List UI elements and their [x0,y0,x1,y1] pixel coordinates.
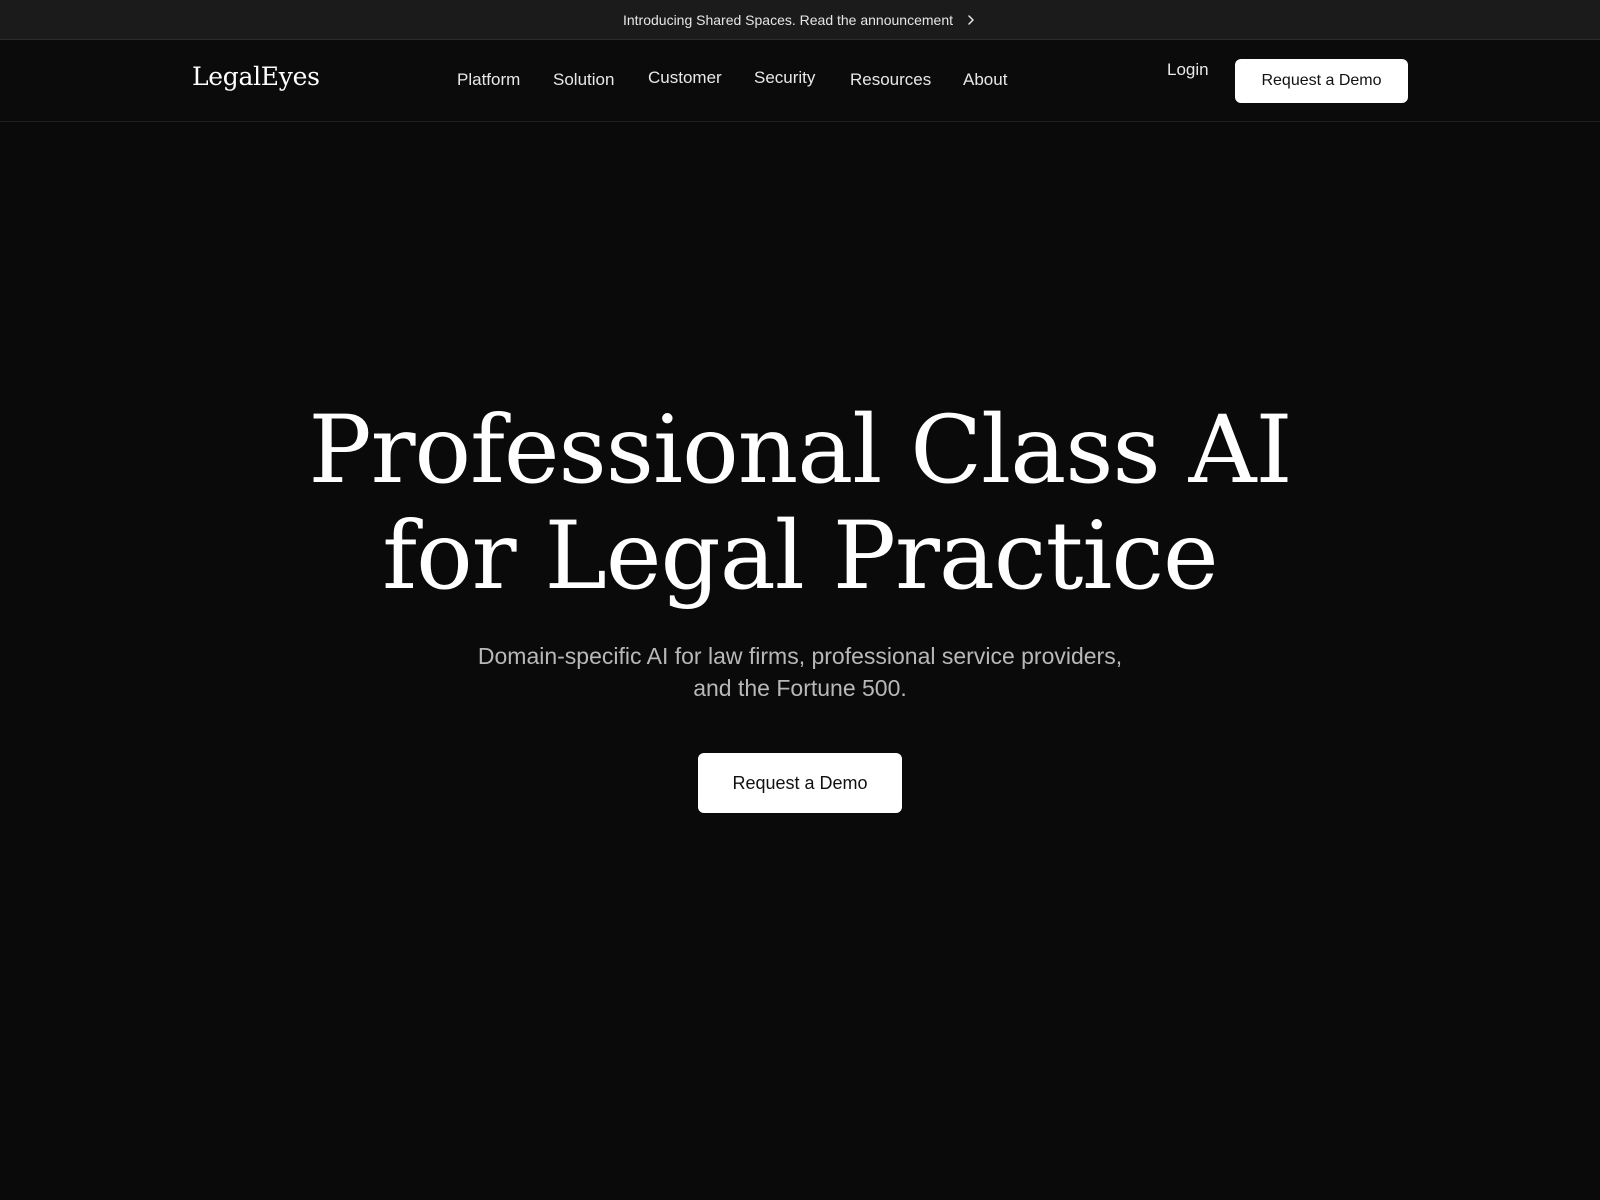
nav-item-security[interactable]: Security [754,68,815,88]
hero-title: Professional Class AI for Legal Practice [200,398,1400,610]
hero-title-line-2: for Legal Practice [382,502,1218,611]
request-demo-button-hero[interactable]: Request a Demo [698,753,902,813]
nav-item-customer[interactable]: Customer [648,68,722,88]
request-demo-button-header[interactable]: Request a Demo [1235,59,1408,103]
chevron-right-icon [968,14,974,25]
hero-subtitle: Domain-specific AI for law firms, profes… [300,640,1300,704]
hero-subtitle-line-1: Domain-specific AI for law firms, profes… [477,643,1123,669]
announcement-text[interactable]: Introducing Shared Spaces. Read the anno… [623,12,953,28]
nav-item-resources[interactable]: Resources [850,70,931,90]
top-navigation: LegalEyes Platform Solution Customer Sec… [0,40,1600,122]
nav-item-platform[interactable]: Platform [457,70,520,90]
announcement-bar[interactable]: Introducing Shared Spaces. Read the anno… [0,0,1600,40]
login-link[interactable]: Login [1167,60,1209,80]
hero-title-line-1: Professional Class AI [308,396,1292,505]
hero-subtitle-line-2: and the Fortune 500. [693,675,907,701]
nav-item-about[interactable]: About [963,70,1007,90]
nav-item-solution[interactable]: Solution [553,70,614,90]
logo[interactable]: LegalEyes [192,62,320,91]
